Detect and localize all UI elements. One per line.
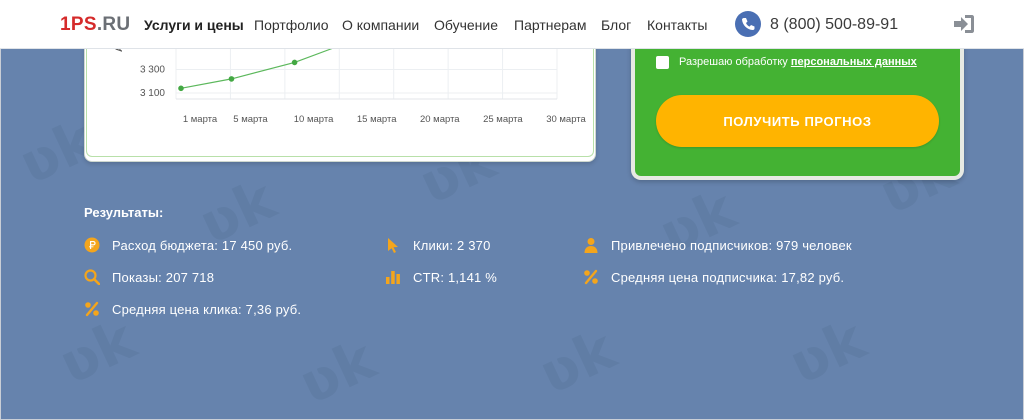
stat-impressions-text: Показы: 207 718 — [112, 270, 215, 285]
chart-x-tick-label: 10 марта — [294, 114, 334, 125]
chart-x-tick-label: 30 марта — [546, 114, 586, 125]
consent-checkbox[interactable] — [656, 56, 669, 69]
consent-label: Разрешаю обработку персональных данных — [679, 56, 917, 68]
chart-y-ticks: 3 1003 3003 500 — [140, 41, 165, 99]
chart-x-tick-label: 1 марта — [183, 114, 218, 125]
site-header: 1PS.RU Услуги и цены Портфолио О компани… — [0, 0, 1024, 49]
chart-data-point — [228, 76, 235, 82]
phone-icon[interactable] — [735, 11, 761, 37]
chart-data-point — [291, 59, 298, 66]
ruble-icon — [84, 237, 100, 253]
logo-suffix: .RU — [96, 14, 131, 35]
nav-item-partners[interactable]: Партнерам — [514, 17, 586, 33]
chart-x-tick-label: 5 марта — [233, 114, 268, 125]
chart-x-tick-label: 20 марта — [420, 114, 460, 125]
login-icon[interactable] — [952, 13, 976, 35]
nav-item-about[interactable]: О компании — [342, 17, 419, 33]
chart-y-tick-label: 3 100 — [140, 88, 165, 99]
consent-text: Разрешаю обработку — [679, 56, 791, 68]
phone-number[interactable]: 8 (800) 500-89-91 — [770, 16, 898, 34]
chart-x-ticks: 1 марта 5 марта 10 марта 15 марта 20 марта 25… — [183, 114, 587, 125]
percent-icon — [85, 301, 99, 317]
stat-subscriber-price-text: Средняя цена подписчика: 17,82 руб. — [611, 270, 845, 285]
percent-icon — [584, 269, 598, 285]
chart-x-tick-label: 25 марта — [483, 114, 523, 125]
nav-item-blog[interactable]: Блог — [601, 17, 631, 33]
get-forecast-button[interactable]: ПОЛУЧИТЬ ПРОГНОЗ — [656, 95, 939, 147]
logo-prefix: 1PS — [60, 14, 97, 35]
stat-click-price-text: Средняя цена клика: 7,36 руб. — [112, 302, 302, 317]
stat-budget-text: Расход бюджета: 17 450 руб. — [112, 238, 293, 253]
chart-y-tick-label: 3 300 — [140, 65, 165, 76]
site-logo[interactable]: 1PS.RU — [60, 14, 130, 36]
chart-data-point — [178, 85, 184, 92]
chart-series-line — [180, 45, 339, 89]
search-icon — [84, 269, 100, 285]
chart-series — [178, 45, 339, 92]
nav-item-contacts[interactable]: Контакты — [647, 17, 707, 33]
chart-x-tick-label: 15 марта — [357, 114, 397, 125]
stat-subscribers-text: Привлечено подписчиков: 979 человек — [611, 238, 852, 253]
nav-item-training[interactable]: Обучение — [434, 17, 498, 33]
audience-line-chart: 3 1003 3003 500 1 марта5 марта10 марта15… — [114, 30, 587, 125]
results-title: Результаты: — [84, 205, 164, 220]
personal-data-link[interactable]: персональных данных — [791, 56, 917, 68]
user-icon — [584, 238, 598, 253]
nav-item-services[interactable]: Услуги и цены — [144, 17, 244, 33]
stat-clicks-text: Клики: 2 370 — [413, 238, 491, 253]
stat-ctr-text: CTR: 1,141 % — [413, 270, 498, 285]
cursor-icon — [388, 238, 398, 253]
bar-chart-icon — [386, 271, 400, 284]
nav-item-portfolio[interactable]: Портфолио — [254, 17, 329, 33]
